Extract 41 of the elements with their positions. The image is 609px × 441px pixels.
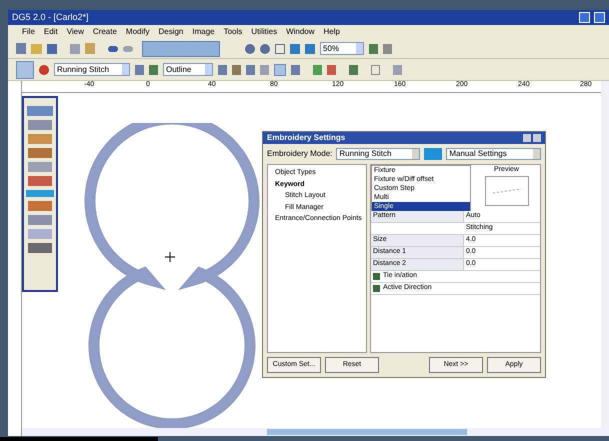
caret-icon	[356, 43, 363, 54]
color-field[interactable]	[142, 40, 220, 56]
menu-item[interactable]: Image	[192, 26, 215, 38]
caret-icon	[205, 64, 212, 75]
maximize-button[interactable]	[594, 12, 605, 23]
minimize-button[interactable]	[579, 12, 590, 23]
menu-item[interactable]: View	[66, 26, 84, 38]
menu-item[interactable]: Utilities	[251, 26, 278, 38]
menu-item[interactable]: Window	[286, 26, 315, 38]
menu-item[interactable]: Create	[92, 26, 117, 38]
outline-dropdown[interactable]: Outline	[163, 63, 213, 76]
menu-item[interactable]: Help	[324, 26, 340, 38]
menu-item[interactable]: Design	[158, 26, 184, 38]
tool-icon[interactable]	[349, 64, 358, 74]
zoom-dropdown[interactable]: 50%	[320, 42, 364, 55]
mode-dropdown[interactable]: Running Stitch	[336, 148, 420, 160]
color-swatch[interactable]	[424, 148, 442, 160]
vertical-scrollbar[interactable]	[601, 81, 609, 436]
dialog-title: Embroidery Settings	[267, 132, 346, 144]
tool-icon[interactable]	[393, 64, 402, 74]
caret-icon	[412, 149, 420, 159]
color-swatch[interactable]	[26, 190, 54, 197]
tool-icon[interactable]	[371, 64, 380, 74]
stitch-type-dropdown[interactable]: Running Stitch	[54, 63, 130, 76]
stitch-preview	[484, 176, 528, 206]
mode-label: Embroidery Mode:	[267, 148, 332, 160]
scrollbar-thumb[interactable]	[267, 429, 467, 435]
horizontal-scrollbar[interactable]	[22, 428, 601, 436]
tool-icon[interactable]	[274, 64, 286, 76]
stop-icon[interactable]	[39, 64, 49, 74]
menu-item[interactable]: Modify	[126, 26, 150, 38]
menu-item[interactable]: Tools	[224, 26, 242, 38]
tool-icon[interactable]	[291, 64, 300, 74]
menu-item[interactable]: File	[22, 26, 35, 38]
menu-item[interactable]: Edit	[44, 26, 58, 38]
caret-icon	[122, 64, 129, 75]
caret-icon	[533, 149, 540, 159]
move-cursor-icon	[165, 252, 175, 262]
stitch-tool-button[interactable]	[16, 60, 34, 78]
settings-dropdown[interactable]: Manual Settings	[446, 148, 541, 160]
window-title: DG5 2.0 - [Carlo2*]	[12, 10, 89, 24]
